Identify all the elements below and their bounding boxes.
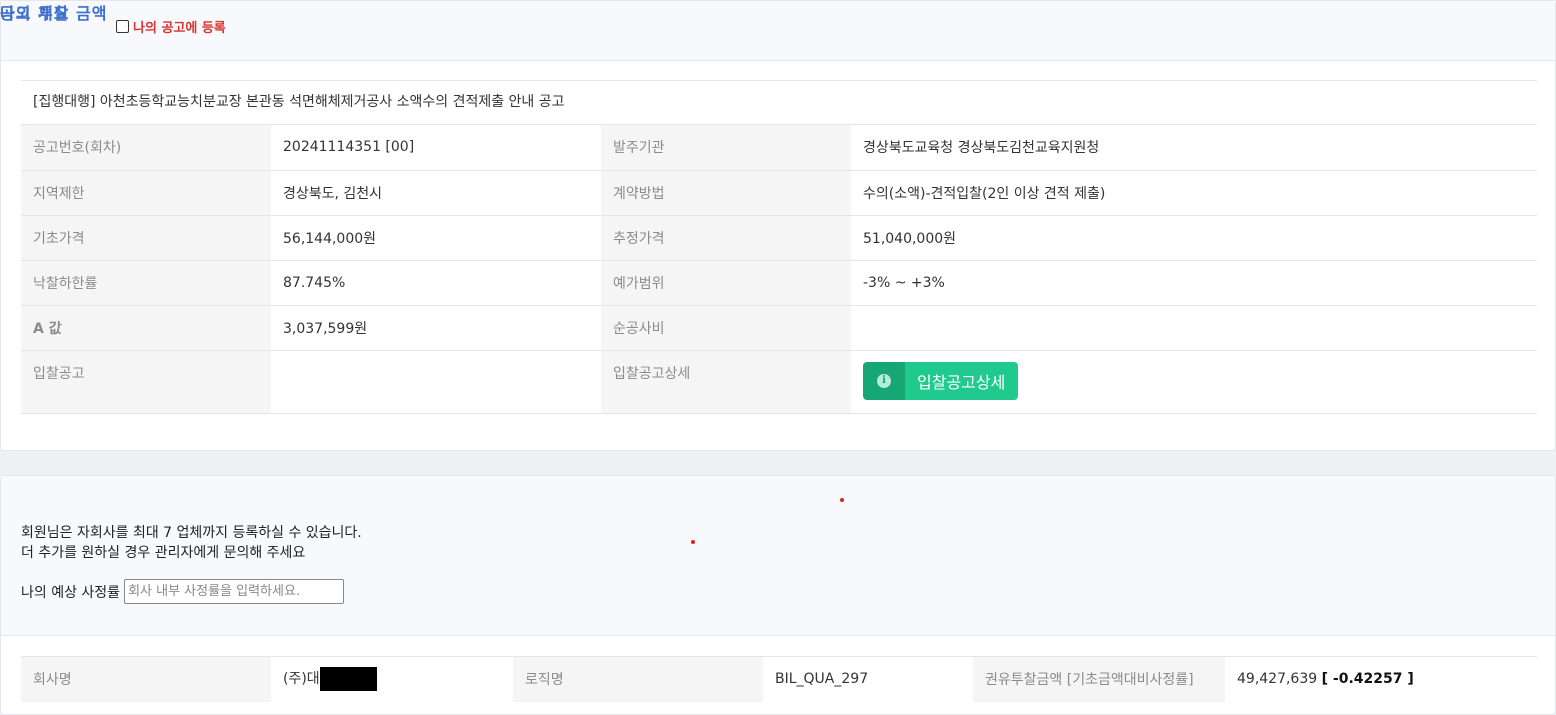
label-contract-method: 계약방법 <box>601 170 851 216</box>
table-row: 공고번호(회차) 20241114351 [00] 발주기관 경상북도교육청 경… <box>21 125 1537 171</box>
table-row: A 값 3,037,599원 순공사비 <box>21 305 1537 351</box>
label-recommended-amount: 권유투찰금액 [기초금액대비사정률] <box>973 656 1225 702</box>
register-checkbox[interactable] <box>116 20 129 33</box>
label-lower-limit-rate: 낙찰하한률 <box>21 260 271 306</box>
notice-info-table: 공고번호(회차) 20241114351 [00] 발주기관 경상북도교육청 경… <box>21 125 1537 414</box>
value-logic-name: BIL_QUA_297 <box>763 656 973 702</box>
value-price-range: -3% ~ +3% <box>851 260 1537 306</box>
register-my-notice[interactable]: 나의 공고에 등록 <box>116 17 226 36</box>
label-company-name: 회사명 <box>21 656 271 702</box>
info-icon[interactable]: i <box>877 373 891 388</box>
label-logic-name: 로직명 <box>513 656 763 702</box>
value-company-name: (주)대 <box>271 656 513 702</box>
table-row: 회사명 (주)대 로직명 BIL_QUA_297 권유투찰금액 [기초금액대비사… <box>21 656 1537 702</box>
amount-rate: [ -0.42257 ] <box>1321 671 1414 688</box>
value-base-price: 56,144,000원 <box>271 215 601 261</box>
value-region: 경상북도, 김천시 <box>271 170 601 216</box>
label-base-price: 기초가격 <box>21 215 271 261</box>
label-a-value: A 값 <box>21 305 271 351</box>
expected-rate-row: 나의 예상 사정률 회사 내부 사정률을 입력하세요. <box>21 579 345 604</box>
guide-line-1: 회원님은 자회사를 최대 7 업체까지 등록하실 수 있습니다. <box>21 525 362 541</box>
value-net-construction-cost <box>851 305 1537 351</box>
value-contract-method: 수의(소액)-견적입찰(2인 이상 견적 제출) <box>851 170 1537 216</box>
table-row: 기초가격 56,144,000원 추정가격 51,040,000원 <box>21 215 1537 261</box>
company-table: 회사명 (주)대 로직명 BIL_QUA_297 권유투찰금액 [기초금액대비사… <box>21 656 1537 702</box>
bid-notice-detail-cell: i 입찰공고상세 <box>851 350 1537 414</box>
company-name-text: (주)대 <box>283 671 320 688</box>
value-lower-limit-rate: 87.745% <box>271 260 601 306</box>
label-estimated-price: 추정가격 <box>601 215 851 261</box>
value-notice-number: 20241114351 [00] <box>271 125 601 171</box>
amount-value: 49,427,639 <box>1237 671 1318 688</box>
label-region: 지역제한 <box>21 170 271 216</box>
value-recommended-amount: 49,427,639 [ -0.42257 ] <box>1225 656 1537 702</box>
label-notice-number: 공고번호(회차) <box>21 125 271 171</box>
overview-header <box>1 1 1555 61</box>
label-price-range: 예가범위 <box>601 260 851 306</box>
table-row: 지역제한 경상북도, 김천시 계약방법 수의(소액)-견적입찰(2인 이상 견적… <box>21 170 1537 216</box>
notice-title: [집행대행] 아천초등학교능치분교장 본관동 석면해체제거공사 소액수의 견적제… <box>21 80 1537 125</box>
expected-rate-input[interactable]: 회사 내부 사정률을 입력하세요. <box>124 579 345 604</box>
red-dot-marker <box>840 498 844 502</box>
label-ordering-agency: 발주기관 <box>601 125 851 171</box>
value-a-value: 3,037,599원 <box>271 305 601 351</box>
redacted-block <box>319 667 377 692</box>
label-net-construction-cost: 순공사비 <box>601 305 851 351</box>
guide-line-2: 더 추가를 원하실 경우 관리자에게 문의해 주세요 <box>21 545 306 561</box>
value-bid-notice <box>271 350 601 414</box>
guide-text: 회원님은 자회사를 최대 7 업체까지 등록하실 수 있습니다. 더 추가를 원… <box>21 523 362 563</box>
info-icon-box[interactable]: i <box>863 361 905 400</box>
bid-notice-detail-label[interactable]: 입찰공고상세 <box>905 361 1019 400</box>
expected-rate-label: 나의 예상 사정률 <box>21 584 121 601</box>
my-bid-title: 나의 투찰 금액 <box>0 4 108 23</box>
red-dot-marker <box>691 540 695 544</box>
table-row: 입찰공고 입찰공고상세 i 입찰공고상세 <box>21 350 1537 414</box>
bid-notice-detail-button[interactable]: i 입찰공고상세 <box>863 361 1019 400</box>
label-bid-notice-detail: 입찰공고상세 <box>601 350 851 414</box>
value-estimated-price: 51,040,000원 <box>851 215 1537 261</box>
value-ordering-agency: 경상북도교육청 경상북도김천교육지원청 <box>851 125 1537 171</box>
register-label[interactable]: 나의 공고에 등록 <box>133 17 226 36</box>
table-row: 낙찰하한률 87.745% 예가범위 -3% ~ +3% <box>21 260 1537 306</box>
label-bid-notice: 입찰공고 <box>21 350 271 414</box>
